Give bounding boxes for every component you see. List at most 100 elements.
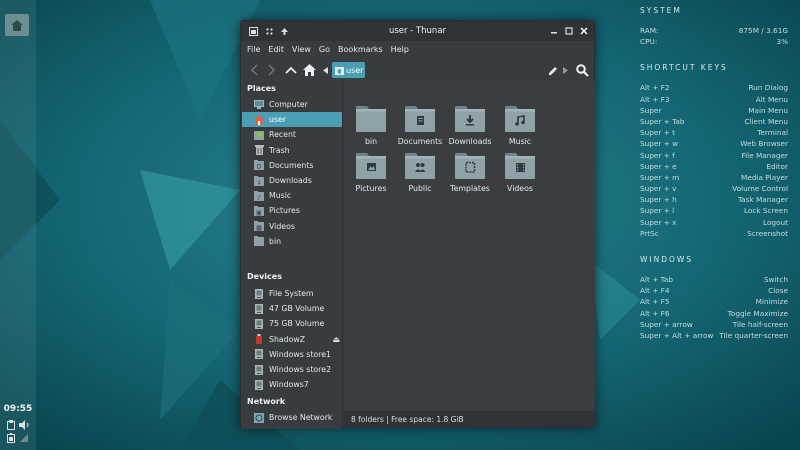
minimize-icon[interactable] xyxy=(548,25,560,37)
network-status-icon[interactable] xyxy=(19,433,29,445)
folder-item-bin[interactable]: bin xyxy=(346,106,396,146)
conky-key: Super + t xyxy=(640,128,675,138)
conky-row: Super + Tab Client Menu xyxy=(640,116,788,127)
conky-row: Super + e Editor xyxy=(640,161,788,172)
left-panel: 09:55 xyxy=(0,0,36,450)
conky-value: Terminal xyxy=(757,128,788,138)
forward-button[interactable] xyxy=(265,61,279,79)
toolbar: user xyxy=(241,59,594,81)
sidebar-item-videos[interactable]: ▦ Videos xyxy=(242,219,342,234)
sidebar-item-user[interactable]: user xyxy=(242,112,342,128)
window-title: user - Thunar xyxy=(388,26,447,36)
conky-key: Super + m xyxy=(640,172,680,182)
sidebar-item-windows-store1[interactable]: Windows store1 xyxy=(242,347,342,362)
menu-view[interactable]: View xyxy=(292,42,311,58)
sidebar-item-windows-store2[interactable]: Windows store2 xyxy=(242,362,342,377)
sidebar-item-trash[interactable]: Trash xyxy=(242,143,342,158)
path-button-user[interactable]: user xyxy=(332,62,365,78)
search-icon xyxy=(575,63,589,77)
sidebar-item-label: Recent xyxy=(269,130,296,140)
conky-value: 875M / 3.61G xyxy=(738,26,788,35)
conky-value: Lock Screen xyxy=(743,206,788,216)
folder-item-public[interactable]: Public xyxy=(395,153,445,193)
conky-row: Super Main Menu xyxy=(640,105,788,116)
folder-item-templates[interactable]: Templates xyxy=(445,153,495,193)
close-icon[interactable] xyxy=(578,25,590,37)
conky-value: Web Browser xyxy=(740,139,788,149)
folder-item-pictures[interactable]: Pictures xyxy=(346,153,396,193)
menu-file[interactable]: File xyxy=(247,42,260,58)
svg-text:▣: ▣ xyxy=(256,209,262,216)
panel-clock[interactable]: 09:55 xyxy=(0,404,36,414)
conky-value: Logout xyxy=(763,217,788,227)
conky-row: RAM: 875M / 3.61G xyxy=(640,25,788,36)
parent-folder-button[interactable] xyxy=(283,61,299,79)
folder-item-documents[interactable]: Documents xyxy=(395,106,445,146)
title-bar[interactable]: user - Thunar xyxy=(241,21,594,41)
conky-key: PrtSc xyxy=(640,228,659,238)
folder-icon xyxy=(356,153,386,179)
back-button[interactable] xyxy=(247,61,261,79)
path-scroll-right-button[interactable] xyxy=(561,61,569,79)
conky-key: Alt + F3 xyxy=(640,94,670,104)
sidebar-item-music[interactable]: ♪ Music xyxy=(242,188,342,203)
sidebar-item-computer[interactable]: Computer xyxy=(242,97,342,112)
sidebar-item-file-system[interactable]: File System xyxy=(242,286,342,301)
conky-key: Alt + F2 xyxy=(640,83,670,93)
search-button[interactable] xyxy=(574,61,590,79)
conky-key: Alt + Tab xyxy=(640,275,673,284)
folder-icon xyxy=(455,106,485,132)
sidebar-item-47-gb-volume[interactable]: 47 GB Volume xyxy=(242,301,342,316)
folder-item-videos[interactable]: Videos xyxy=(495,153,545,193)
drive-icon xyxy=(254,318,264,329)
sidebar-item-documents[interactable]: D Documents xyxy=(242,158,342,173)
folder-icon xyxy=(254,236,264,247)
folder-item-music[interactable]: Music xyxy=(495,106,545,146)
conky-value: Task Manager xyxy=(737,195,788,205)
sidebar-item-bin[interactable]: bin xyxy=(242,234,342,249)
sidebar-item-75-gb-volume[interactable]: 75 GB Volume xyxy=(242,316,342,331)
menu-go[interactable]: Go xyxy=(319,42,330,58)
conky-row: Alt + F2 Run Dialog xyxy=(640,82,788,93)
sidebar-item-shadowz[interactable]: ShadowZ ⏏ xyxy=(242,332,342,347)
sidebar-item-downloads[interactable]: ↓ Downloads xyxy=(242,173,342,188)
folder-view[interactable]: bin Documents Downloads Music Pictures Public… xyxy=(344,81,595,411)
folder-item-downloads[interactable]: Downloads xyxy=(445,106,495,146)
conky-row: Alt + F6 Toggle Maximize xyxy=(640,308,788,319)
edit-location-button[interactable] xyxy=(547,61,559,79)
sidebar-item-browse-network[interactable]: Browse Network xyxy=(242,410,342,425)
conky-value: 3% xyxy=(776,37,788,47)
eject-icon[interactable]: ⏏ xyxy=(332,335,340,344)
path-scroll-left-button[interactable] xyxy=(320,61,330,79)
sidebar-item-pictures[interactable]: ▣ Pictures xyxy=(242,203,342,218)
status-bar: 8 folders | Free space: 1.8 GiB xyxy=(344,411,595,428)
sidebar-item-recent[interactable]: Recent xyxy=(242,127,342,142)
home-button[interactable] xyxy=(301,61,317,79)
battery-icon[interactable] xyxy=(7,433,15,445)
conky-value: Alt Menu xyxy=(755,94,788,104)
conky-value: Close xyxy=(768,286,788,296)
drive-icon xyxy=(254,288,264,299)
conky-key: Super + f xyxy=(640,150,675,160)
folder-icon xyxy=(505,153,535,179)
conky-key: Super + l xyxy=(640,206,675,216)
menu-bookmarks[interactable]: Bookmarks xyxy=(338,42,383,58)
home-folder-icon xyxy=(335,66,344,75)
caret-right-icon xyxy=(562,66,568,74)
conky-value: Volume Control xyxy=(732,184,788,194)
conky-row: Super + t Terminal xyxy=(640,127,788,138)
menu-edit[interactable]: Edit xyxy=(268,42,284,58)
conky-value: Main Menu xyxy=(748,105,788,115)
conky-windows-title: WINDOWS xyxy=(640,255,694,264)
menu-help[interactable]: Help xyxy=(391,42,409,58)
maximize-icon[interactable] xyxy=(563,25,575,37)
devices-heading: Devices xyxy=(247,272,282,281)
clipboard-icon[interactable] xyxy=(7,420,15,432)
sidebar-item-label: Windows7 xyxy=(269,380,309,390)
volume-icon[interactable] xyxy=(19,420,30,432)
sidebar-item-windows7[interactable]: Windows7 xyxy=(242,377,342,392)
conky-key: Alt + F6 xyxy=(640,308,670,318)
folder-icon xyxy=(455,153,485,179)
show-desktop-button[interactable] xyxy=(5,14,29,36)
conky-key: Super + arrow xyxy=(640,319,693,329)
